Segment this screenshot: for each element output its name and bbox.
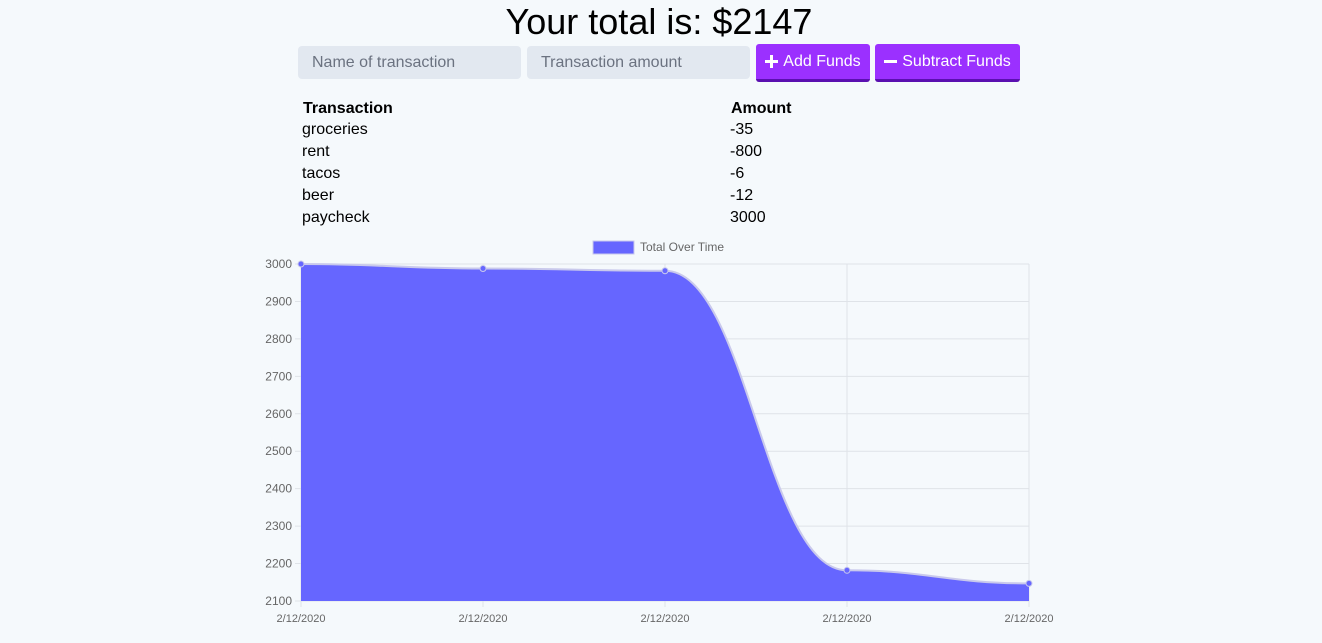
y-tick-label: 2900 — [265, 294, 292, 308]
x-tick-label: 2/12/2020 — [1005, 613, 1054, 625]
legend-label: Total Over Time — [640, 240, 724, 254]
y-tick-label: 2700 — [265, 369, 292, 383]
total-over-time-chart: 3000 2900 2800 2700 2600 2500 2400 2300 2200 2100… — [265, 240, 1054, 625]
y-tick-label: 2800 — [265, 332, 292, 346]
y-tick-label: 2600 — [265, 407, 292, 421]
x-tick-label: 2/12/2020 — [641, 613, 690, 625]
y-tick-label: 2200 — [265, 557, 292, 571]
x-tick-label: 2/12/2020 — [823, 613, 872, 625]
x-tick-label: 2/12/2020 — [277, 613, 326, 625]
data-point — [479, 264, 487, 272]
y-tick-label: 2300 — [265, 519, 292, 533]
series-area — [301, 264, 1029, 601]
y-tick-label: 2500 — [265, 444, 292, 458]
x-tick-label: 2/12/2020 — [459, 613, 508, 625]
data-point — [1025, 579, 1033, 587]
data-point — [843, 566, 851, 574]
legend-swatch — [592, 240, 635, 255]
data-point — [297, 260, 305, 268]
y-tick-label: 2400 — [265, 482, 292, 496]
y-tick-label: 3000 — [265, 257, 292, 271]
y-tick-label: 2100 — [265, 594, 292, 608]
data-point — [661, 267, 669, 275]
